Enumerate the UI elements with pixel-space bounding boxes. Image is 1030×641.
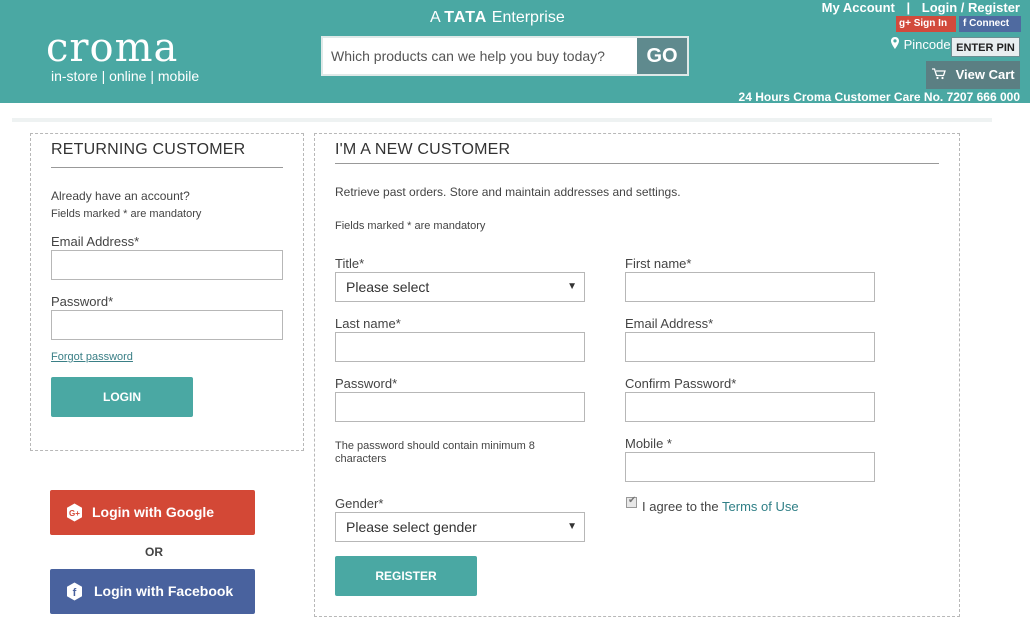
logo-tagline: in-store | online | mobile: [51, 68, 200, 84]
terms-of-use-link[interactable]: Terms of Use: [722, 499, 799, 514]
login-button[interactable]: LOGIN: [51, 377, 193, 417]
returning-title-rule: [51, 167, 283, 168]
account-links: My Account | Login / Register: [822, 0, 1020, 15]
title-select-value: Please select: [346, 279, 430, 295]
tata-brand: TATA: [444, 9, 488, 26]
location-pin-icon: [891, 37, 899, 49]
enter-pin-button[interactable]: ENTER PIN: [951, 37, 1020, 57]
login-register-link[interactable]: Login / Register: [922, 0, 1020, 15]
dropdown-arrow-icon: ▼: [567, 521, 577, 532]
tata-prefix: A: [430, 9, 440, 26]
password-hint: The password should contain minimum 8 ch…: [335, 440, 535, 465]
returning-customer-title: RETURNING CUSTOMER: [51, 141, 246, 158]
my-account-link[interactable]: My Account: [822, 0, 895, 15]
new-customer-title-rule: [335, 163, 939, 164]
pincode-label: Pincode: [890, 37, 951, 52]
search-input[interactable]: [323, 38, 638, 74]
checkmark-icon: ✔: [628, 495, 637, 506]
google-plus-icon: g+: [899, 18, 911, 29]
terms-checkbox[interactable]: ✔: [626, 495, 637, 508]
pincode-text: Pincode: [903, 37, 951, 52]
facebook-icon: f: [963, 18, 967, 29]
view-cart-button[interactable]: View Cart: [926, 61, 1020, 89]
header-divider: [12, 118, 992, 122]
croma-logo[interactable]: croma in-store | online | mobile: [46, 28, 199, 84]
register-email-label: Email Address*: [625, 316, 714, 331]
terms-agreement: I agree to the Terms of Use: [642, 499, 799, 514]
gender-select[interactable]: Please select gender ▼: [335, 512, 585, 542]
login-password-label: Password*: [51, 294, 114, 309]
tata-suffix: Enterprise: [491, 9, 565, 26]
customer-care-number: 24 Hours Croma Customer Care No. 7207 66…: [738, 90, 1020, 104]
last-name-label: Last name*: [335, 316, 401, 331]
forgot-password-link[interactable]: Forgot password: [51, 351, 133, 363]
register-password-label: Password*: [335, 376, 398, 391]
login-with-facebook-button[interactable]: f Login with Facebook: [50, 569, 255, 614]
google-plus-icon: G+: [67, 503, 82, 522]
search-go-button[interactable]: GO: [637, 38, 687, 74]
returning-intro: Already have an account?: [51, 189, 190, 203]
agree-text: I agree to the: [642, 499, 719, 514]
login-email-field[interactable]: [51, 250, 283, 280]
first-name-label: First name*: [625, 256, 692, 271]
logo-wordmark: croma: [46, 25, 179, 71]
mobile-field[interactable]: [625, 452, 875, 482]
site-header: croma in-store | online | mobile A TATA …: [0, 0, 1030, 104]
link-divider: |: [906, 0, 911, 15]
login-password-field[interactable]: [51, 310, 283, 340]
gender-select-value: Please select gender: [346, 519, 477, 535]
new-customer-mandatory-note: Fields marked * are mandatory: [335, 220, 486, 232]
returning-mandatory-note: Fields marked * are mandatory: [51, 208, 202, 220]
register-button[interactable]: REGISTER: [335, 556, 477, 596]
facebook-connect-label: Connect: [969, 18, 1010, 29]
last-name-field[interactable]: [335, 332, 585, 362]
confirm-password-field[interactable]: [625, 392, 875, 422]
cart-icon: [932, 68, 946, 80]
register-email-field[interactable]: [625, 332, 875, 362]
title-label: Title*: [335, 256, 365, 271]
new-customer-title: I'M A NEW CUSTOMER: [335, 141, 511, 158]
view-cart-label: View Cart: [955, 67, 1015, 82]
register-password-field[interactable]: [335, 392, 585, 422]
tata-enterprise-badge: A TATA Enterprise: [430, 9, 565, 27]
svg-text:f: f: [73, 587, 77, 599]
new-customer-intro: Retrieve past orders. Store and maintain…: [335, 185, 681, 199]
confirm-password-label: Confirm Password*: [625, 376, 737, 391]
facebook-button-label: Login with Facebook: [94, 583, 234, 599]
title-select[interactable]: Please select ▼: [335, 272, 585, 302]
google-button-label: Login with Google: [92, 504, 215, 520]
facebook-icon: f: [67, 582, 82, 601]
or-separator: OR: [145, 545, 163, 559]
mobile-label: Mobile *: [625, 436, 672, 451]
gender-label: Gender*: [335, 496, 384, 511]
login-email-label: Email Address*: [51, 234, 140, 249]
svg-text:G+: G+: [69, 509, 80, 518]
first-name-field[interactable]: [625, 272, 875, 302]
search-bar: GO: [321, 36, 689, 76]
dropdown-arrow-icon: ▼: [567, 281, 577, 292]
google-signin-label: Sign In: [913, 18, 948, 29]
new-customer-panel: [314, 133, 960, 617]
facebook-connect-button[interactable]: f Connect: [959, 16, 1021, 32]
login-with-google-button[interactable]: G+ Login with Google: [50, 490, 255, 535]
google-signin-button[interactable]: g+ Sign In: [896, 16, 956, 32]
